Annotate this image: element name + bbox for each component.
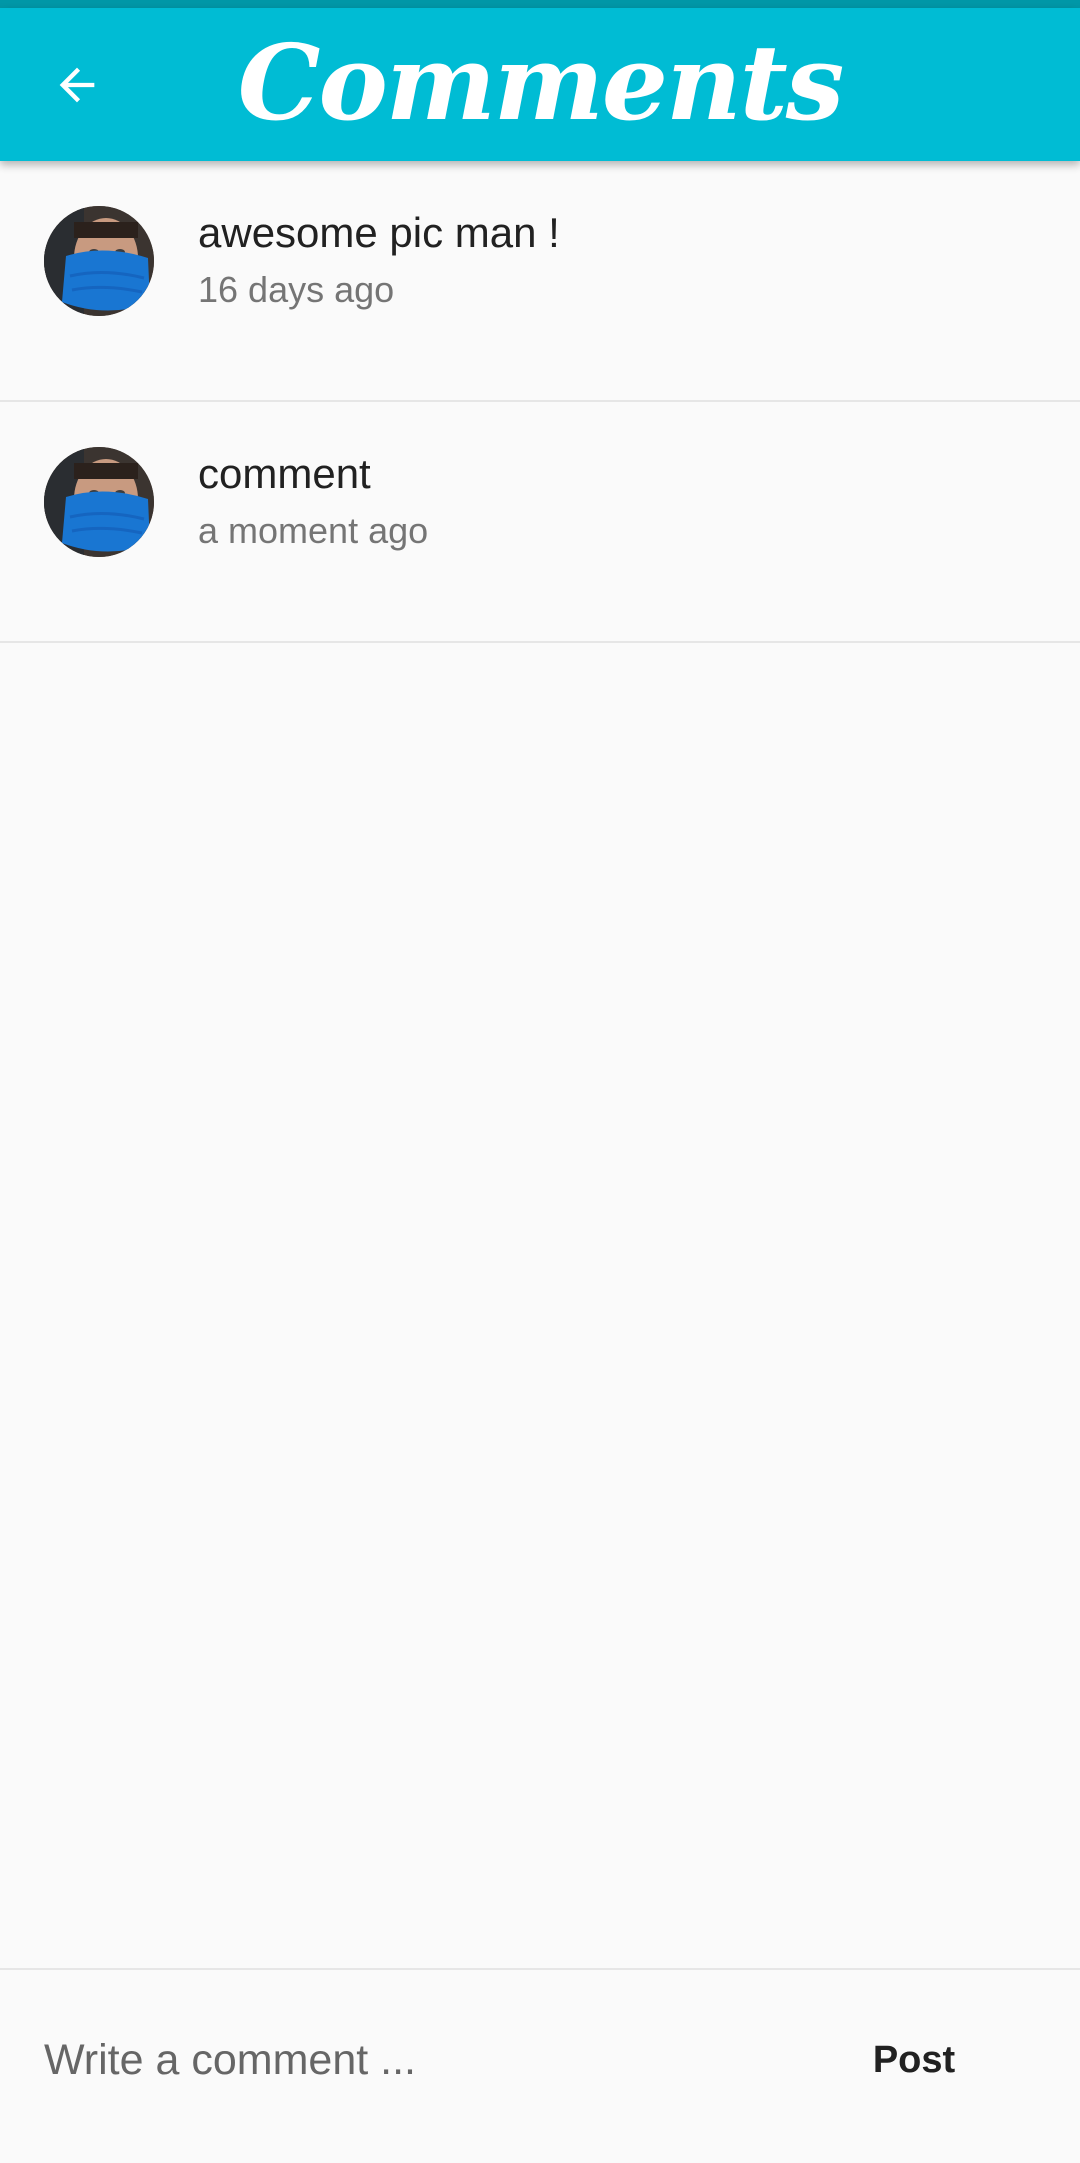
comment-item[interactable]: comment a moment ago [0, 402, 1080, 643]
comment-item[interactable]: awesome pic man ! 16 days ago [0, 161, 1080, 402]
avatar-photo [44, 447, 154, 557]
comment-text: comment [198, 450, 371, 497]
page-title: Comments [237, 21, 845, 144]
comment-list: awesome pic man ! 16 days ago comment a … [0, 161, 1080, 643]
comment-timestamp: a moment ago [198, 510, 429, 551]
post-button[interactable]: Post [848, 2010, 980, 2110]
status-bar-strip [0, 0, 1080, 8]
comment-input[interactable] [44, 2020, 804, 2100]
app-bar: Comments [0, 8, 1080, 161]
comment-text: awesome pic man ! [198, 209, 560, 256]
comment-composer: Post [0, 1968, 1080, 2163]
user-avatar[interactable] [44, 447, 154, 557]
avatar-photo [44, 206, 154, 316]
comment-timestamp: 16 days ago [198, 269, 395, 310]
user-avatar[interactable] [44, 206, 154, 316]
